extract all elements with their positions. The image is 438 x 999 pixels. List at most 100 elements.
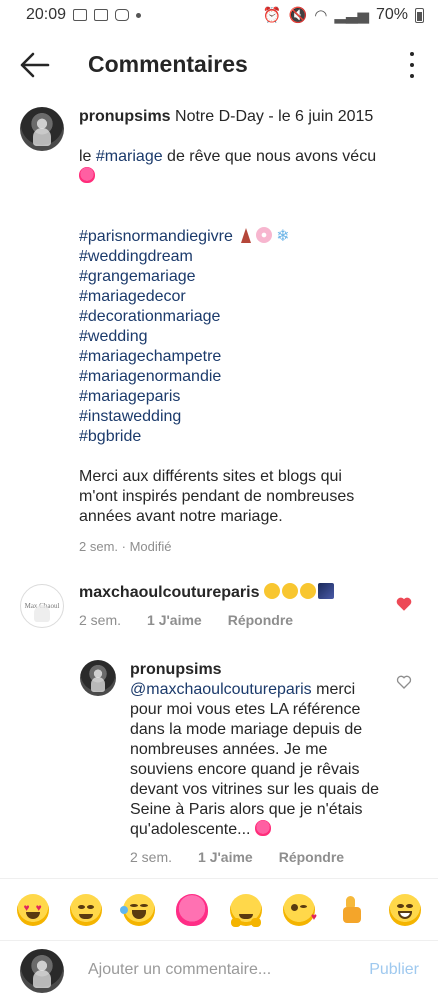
hashtag-link[interactable]: #mariageparis (79, 387, 419, 407)
heart-outline-icon (396, 675, 412, 689)
emoji-quick-bar: ♥ ♥ ♥ (0, 878, 438, 940)
battery-percent: 70% (375, 6, 408, 23)
reply-button[interactable]: Répondre (279, 849, 344, 865)
caption-meta: 2 sem. · Modifié (79, 537, 419, 557)
instagram-icon (115, 9, 130, 21)
reply-text: merci pour moi vous etes LA référence da… (130, 681, 380, 838)
comment-like-button[interactable] (395, 595, 413, 613)
emoji-eye (299, 904, 307, 908)
comment: maxchaoulcoutureparis 2 sem. 1 J'aime Ré… (79, 583, 399, 628)
hashtag-link[interactable]: #decorationmariage (79, 307, 419, 327)
hashtag-link[interactable]: #mariagenormandie (79, 367, 419, 387)
reply-likes-count[interactable]: 1 J'aime (198, 849, 253, 865)
emoji-eye (290, 903, 298, 911)
emoji-hand (250, 917, 261, 927)
reply-avatar[interactable] (80, 660, 116, 696)
gallery-icon (73, 9, 88, 21)
emoji-eye (397, 903, 405, 908)
sparkling-heart-emoji (79, 167, 95, 183)
snowflake-emoji: ❄ (276, 228, 290, 245)
kissing-emoji-button[interactable]: ♥ (282, 893, 317, 926)
comment-avatar[interactable]: Max Chaoul (20, 584, 64, 628)
reply-time: 2 sem. (130, 849, 173, 865)
thumbs-up-emoji-button[interactable] (336, 894, 368, 926)
back-arrow-icon (20, 52, 50, 78)
more-options-icon[interactable] (408, 52, 416, 78)
status-time: 20:09 (26, 6, 67, 23)
battery-icon (415, 7, 424, 23)
hugging-emoji-button[interactable] (229, 893, 262, 927)
emoji-mouth (78, 913, 93, 919)
sparkling-heart-emoji-button[interactable] (176, 893, 209, 926)
post-author-username[interactable]: pronupsims (79, 108, 171, 125)
heart-eyes-emoji (281, 583, 298, 599)
heart-eyes-emoji (299, 583, 316, 599)
reply-like-button[interactable] (396, 674, 414, 692)
caption-modified: · Modifié (118, 539, 172, 554)
caption-closing: Merci aux différents sites et blogs qui … (79, 468, 355, 525)
post-caption: pronupsims Notre D-Day - le 6 juin 2015 … (79, 107, 419, 557)
post-author-avatar[interactable] (20, 107, 64, 151)
comment-meta: 2 sem. 1 J'aime Répondre (79, 612, 399, 628)
emoji-eye (86, 904, 94, 909)
emoji-tear (120, 905, 129, 914)
hashtag-link[interactable]: #bgbride (79, 427, 419, 447)
publish-button[interactable]: Publier (369, 961, 419, 979)
header: Commentaires (0, 38, 438, 94)
emoji-eye (406, 903, 414, 908)
reply-comment: pronupsims @maxchaoulcoutureparis merci … (130, 660, 380, 865)
grinning-emoji-button[interactable] (389, 893, 422, 926)
wifi-icon: ◠ (314, 7, 328, 24)
emoji-eye (140, 903, 149, 907)
status-bar: 20:09 ⏰ 🔇 ◠ ▂▃▅ 70% (0, 0, 438, 30)
current-user-avatar (20, 949, 64, 993)
caption-text: le (79, 148, 96, 165)
comment-input[interactable]: Ajouter un commentaire... (88, 961, 271, 979)
hashtag-link[interactable]: #instawedding (79, 407, 419, 427)
comment-time: 2 sem. (79, 612, 122, 628)
hashtag-link[interactable]: #parisnormandiegivre (79, 228, 233, 245)
reply-body: pronupsims @maxchaoulcoutureparis merci … (130, 660, 380, 840)
eiffel-tower-emoji (241, 228, 252, 243)
hashtag-link[interactable]: #mariagedecor (79, 287, 419, 307)
hashtag-item: #parisnormandiegivre ❄ (79, 227, 419, 247)
emoji-mouth (25, 911, 40, 919)
emoji-eye (130, 903, 139, 907)
mention-link[interactable]: @maxchaoulcoutureparis (130, 681, 312, 698)
caption-text: de rêve que nous avons vécu (162, 148, 377, 165)
alarm-icon: ⏰ (262, 7, 282, 24)
heart-filled-icon (396, 597, 412, 611)
smiling-emoji-button[interactable] (69, 893, 102, 926)
sparkling-heart-emoji (254, 820, 271, 836)
hashtag-list: #parisnormandiegivre ❄ #weddingdream #gr… (79, 227, 419, 447)
more-notifications-icon (136, 12, 142, 18)
reply-button[interactable]: Répondre (228, 612, 293, 628)
heart-eyes-emoji (263, 583, 280, 599)
tears-of-joy-emoji-button[interactable] (120, 893, 156, 926)
caption-time: 2 sem. (79, 539, 119, 554)
comment-header: maxchaoulcoutureparis (79, 583, 399, 603)
hashtag-link[interactable]: #grangemariage (79, 267, 419, 287)
caption-header: pronupsims Notre D-Day - le 6 juin 2015 (79, 107, 419, 127)
emoji-mouth (132, 909, 147, 919)
emoji-mouth (238, 913, 253, 919)
avatar-logo-text: Max Chaoul (24, 602, 60, 610)
back-button[interactable] (18, 48, 52, 82)
emoji-eye (77, 904, 85, 909)
emoji-hand (230, 917, 241, 927)
caption-line1: le #mariage de rêve que nous avons vécu (79, 147, 419, 167)
page-title: Commentaires (88, 51, 248, 77)
comment-username[interactable]: maxchaoulcoutureparis (79, 584, 260, 601)
mute-icon: 🔇 (288, 7, 308, 24)
hashtag-link[interactable]: #weddingdream (79, 247, 419, 267)
caption-title: Notre D-Day - le 6 juin 2015 (170, 108, 374, 125)
signal-icon: ▂▃▅ (334, 7, 369, 24)
hashtag-link[interactable]: #wedding (79, 327, 419, 347)
comment-likes-count[interactable]: 1 J'aime (147, 612, 202, 628)
caption-emoji-line (79, 167, 419, 187)
hashtag-link[interactable]: #mariagechampetre (79, 347, 419, 367)
reply-username[interactable]: pronupsims (130, 661, 222, 678)
hashtag-link[interactable]: #mariage (96, 148, 163, 165)
status-left: 20:09 (26, 6, 142, 24)
heart-eyes-emoji-button[interactable]: ♥ ♥ (16, 893, 49, 926)
